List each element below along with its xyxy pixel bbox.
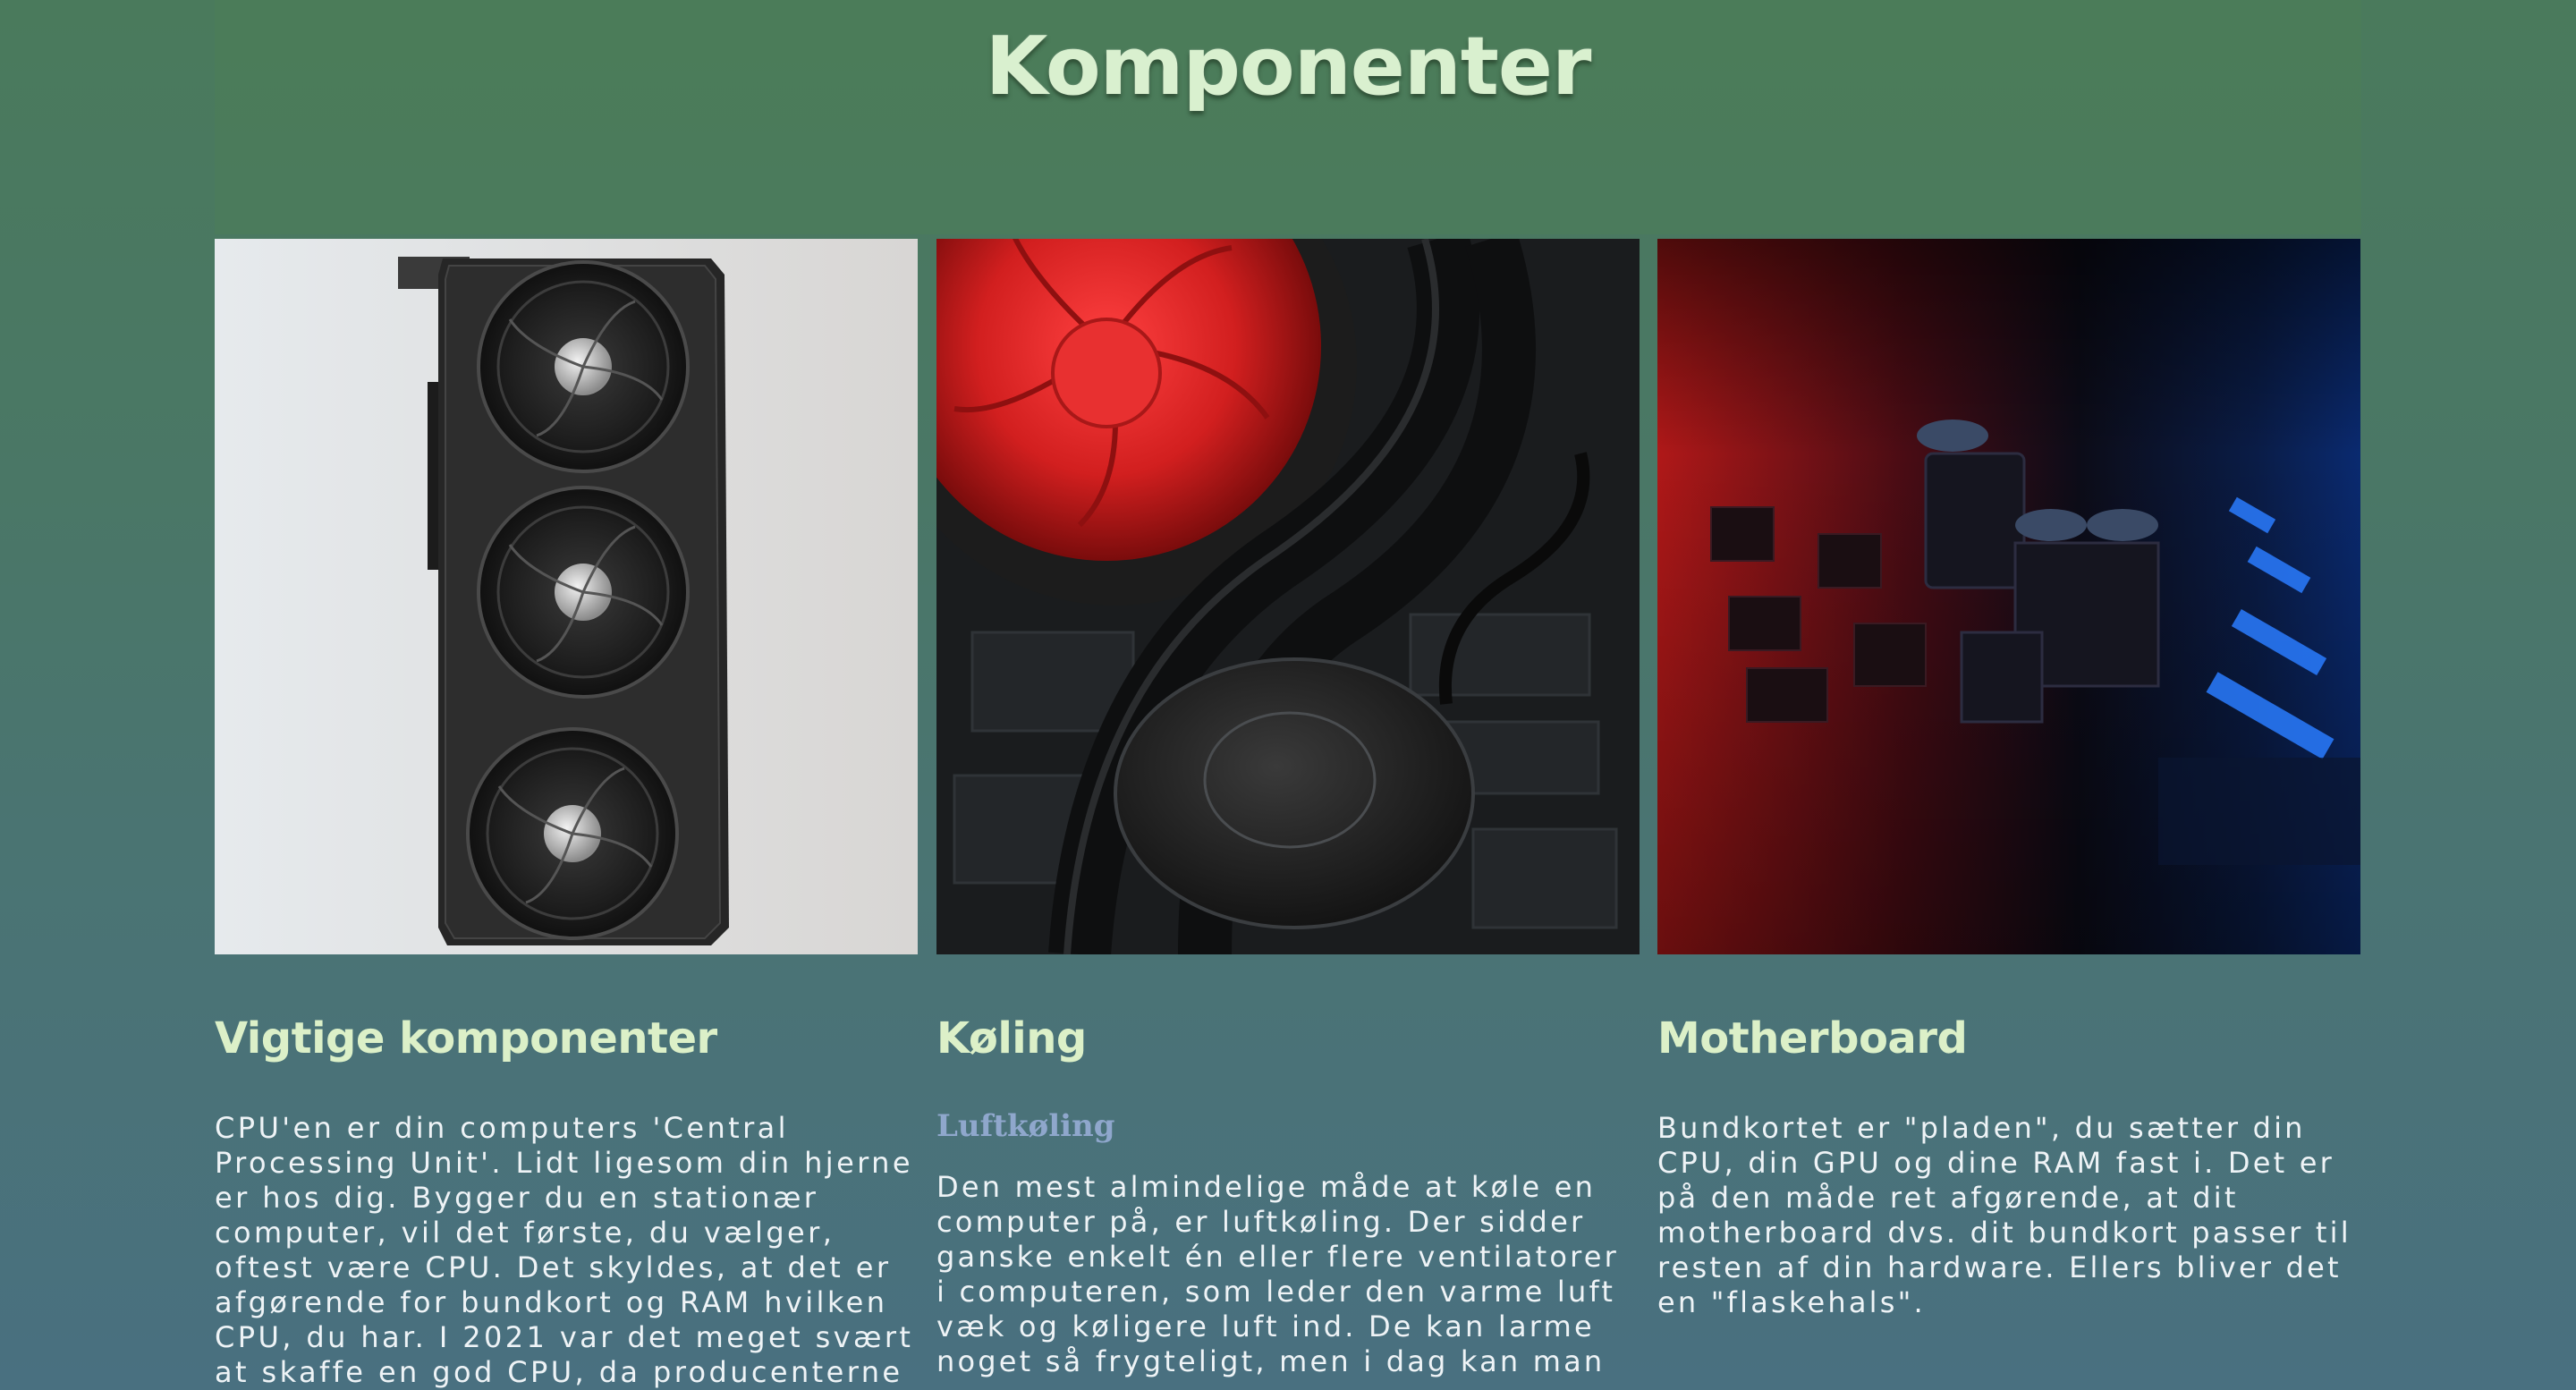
- cpu-cooler-image: [936, 239, 1640, 954]
- card-vigtige-komponenter: Vigtige komponenter CPU'en er din comput…: [215, 239, 918, 1389]
- card-koling: Køling Luftkøling Den mest almindelige m…: [936, 239, 1640, 1378]
- card-text: Den mest almindelige måde at køle en com…: [936, 1170, 1620, 1378]
- card-text: CPU'en er din computers 'Central Process…: [215, 1111, 914, 1389]
- card-subheading: Luftkøling: [936, 1108, 1115, 1144]
- card-heading: Motherboard: [1657, 1013, 1968, 1064]
- card-text: Bundkortet er "pladen", du sætter din CP…: [1657, 1111, 2351, 1319]
- page-container: Komponenter Vigtige komponenter CPU'en e…: [215, 0, 2361, 1390]
- card-heading: Køling: [936, 1013, 1087, 1064]
- page-title: Komponenter: [985, 20, 1592, 114]
- motherboard-image: [1657, 239, 2360, 954]
- graphics-card-image: [215, 239, 918, 954]
- title-band: Komponenter: [215, 0, 2361, 234]
- card-motherboard: Motherboard Bundkortet er "pladen", du s…: [1657, 239, 2360, 1319]
- card-heading: Vigtige komponenter: [215, 1013, 717, 1064]
